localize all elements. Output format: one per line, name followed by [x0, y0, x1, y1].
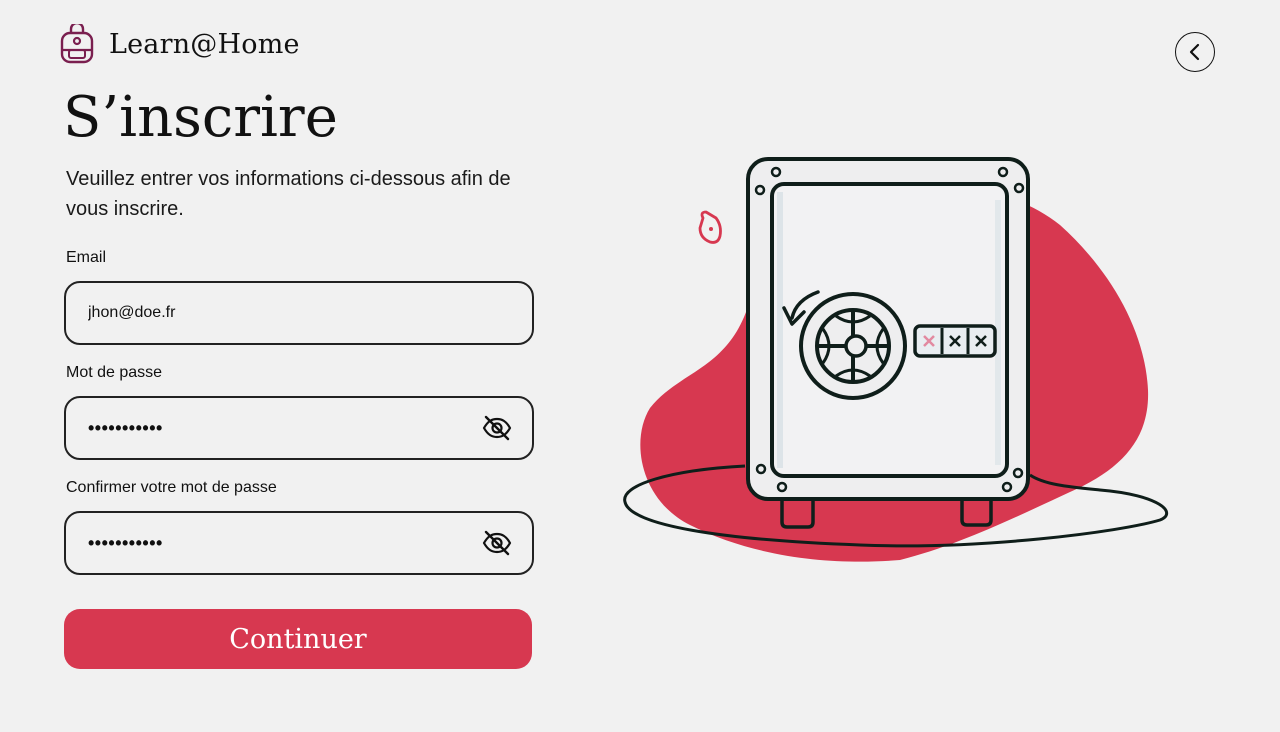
chevron-left-icon — [1185, 42, 1205, 62]
email-label: Email — [66, 249, 107, 266]
page-title: S’inscrire — [63, 85, 338, 150]
password-input[interactable] — [66, 398, 482, 458]
confirm-password-input[interactable] — [66, 513, 482, 573]
brand[interactable]: Learn@Home — [59, 24, 300, 64]
safe-illustration — [600, 140, 1190, 580]
email-input[interactable] — [66, 283, 532, 343]
email-field-box — [64, 281, 534, 345]
eye-off-icon[interactable] — [482, 413, 512, 443]
safe-icon — [623, 157, 1169, 562]
confirm-password-field-box — [64, 511, 534, 575]
continue-button[interactable]: Continuer — [64, 609, 532, 669]
brand-name: Learn@Home — [109, 28, 300, 60]
confirm-password-label: Confirmer votre mot de passe — [66, 479, 277, 496]
password-field-box — [64, 396, 534, 460]
eye-off-icon[interactable] — [482, 528, 512, 558]
back-button[interactable] — [1175, 32, 1215, 72]
password-label: Mot de passe — [66, 364, 163, 381]
page-subtitle: Veuillez entrer vos informations ci-dess… — [66, 168, 511, 220]
backpack-icon — [59, 24, 95, 64]
